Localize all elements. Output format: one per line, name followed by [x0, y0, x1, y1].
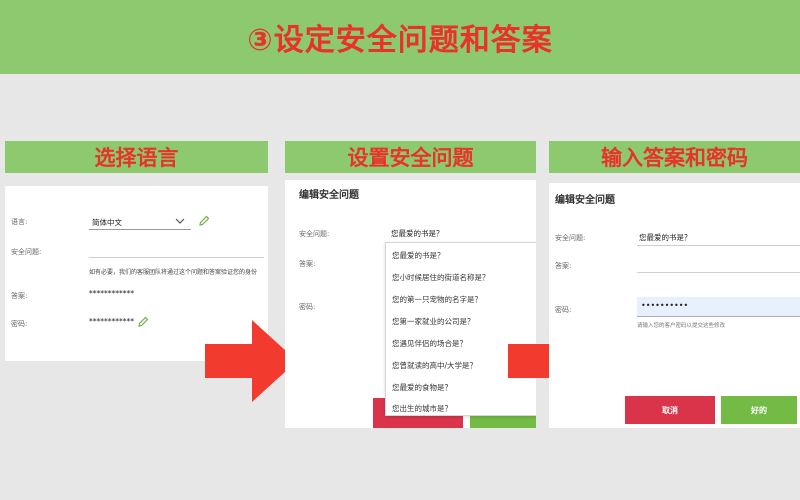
dropdown-option[interactable]: 您最爱的书是？	[392, 250, 445, 261]
password-label-2: 密码:	[299, 303, 316, 311]
panel2-title: 编辑安全问题	[299, 190, 359, 201]
dropdown-option[interactable]: 您出生的城市是？	[392, 403, 452, 414]
panel3-title: 编辑安全问题	[555, 195, 615, 206]
dropdown-option[interactable]: 您遇见伴侣的场合是？	[392, 338, 467, 349]
language-value: 简体中文	[92, 218, 122, 227]
banner-title: ③设定安全问题和答案	[247, 23, 553, 58]
cancel-button-label: 取消	[662, 405, 678, 415]
identity-notice: 如有必要，我们的客服团队将通过这个问题和答案验证您的身份	[89, 269, 258, 276]
question-value-3[interactable]: 您最爱的书是？	[639, 232, 692, 243]
ok-button[interactable]: 好的	[721, 396, 797, 424]
password-masked-value: ************	[89, 317, 134, 326]
panel-answer-password: 编辑安全问题 安全问题: 您最爱的书是？ 答案: 密码: •••••••••• …	[549, 183, 800, 428]
chevron-down-icon	[175, 218, 185, 224]
language-label: 语言:	[11, 218, 28, 226]
edit-password-pencil-icon[interactable]	[137, 316, 149, 328]
dropdown-option[interactable]: 您最爱的食物是？	[392, 382, 452, 393]
password-hint: 请输入您的客户密码以提交这些修改	[637, 323, 726, 329]
answer-label-2: 答案:	[299, 260, 316, 268]
step-header-1: 选择语言	[5, 141, 268, 173]
step-header-2: 设置安全问题	[285, 141, 536, 173]
step-label-3: 输入答案和密码	[601, 146, 748, 170]
arrow-right-icon-1	[205, 320, 297, 402]
ok-button-label: 好的	[751, 405, 767, 415]
dropdown-option[interactable]: 您曾就读的高中/大学是？	[392, 360, 477, 371]
question-label-2: 安全问题:	[299, 230, 330, 238]
question-label: 安全问题:	[11, 248, 42, 256]
password-input-value: ••••••••••	[641, 301, 689, 310]
password-label: 密码:	[11, 320, 28, 328]
dropdown-option[interactable]: 您的第一只宠物的名字是？	[392, 294, 482, 305]
dropdown-option[interactable]: 您第一家就业的公司是？	[392, 316, 475, 327]
answer-input[interactable]	[637, 251, 800, 273]
question-current-value[interactable]: 您最爱的书是？	[391, 228, 444, 239]
dropdown-option[interactable]: 您小时候居住的街道名称是？	[392, 272, 490, 283]
top-banner: ③设定安全问题和答案	[0, 0, 800, 74]
question-label-3: 安全问题:	[555, 234, 586, 242]
cancel-button[interactable]: 取消	[625, 396, 715, 424]
panel-set-question: 编辑安全问题 安全问题: 您最爱的书是？ 答案: 密码: 您最爱的书是？ 您小时…	[285, 180, 536, 428]
answer-label: 答案:	[11, 292, 28, 300]
step-label-2: 设置安全问题	[347, 146, 474, 170]
password-input[interactable]: ••••••••••	[637, 297, 800, 317]
answer-label-3: 答案:	[555, 262, 572, 270]
step-header-3: 输入答案和密码	[549, 141, 800, 173]
step-label-1: 选择语言	[94, 146, 179, 170]
edit-language-pencil-icon[interactable]	[198, 215, 210, 227]
password-label-3: 密码:	[555, 306, 572, 314]
answer-masked-value: ************	[89, 289, 134, 298]
language-select[interactable]: 简体中文	[89, 210, 191, 230]
